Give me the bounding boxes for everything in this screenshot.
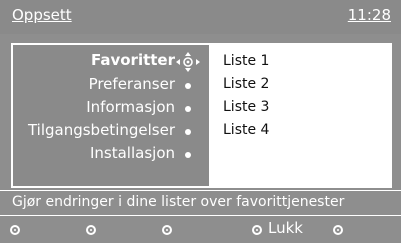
white-key-icon[interactable]	[333, 225, 343, 235]
title-bar: Oppsett 11:28	[0, 0, 401, 34]
main-menu: Favoritter Preferanser Informasjon Tilga…	[13, 45, 209, 186]
submenu-item-liste-3[interactable]: Liste 3	[223, 99, 269, 115]
clock: 11:28	[347, 6, 391, 24]
blue-key-icon[interactable]	[252, 225, 262, 235]
submenu-item-liste-4[interactable]: Liste 4	[223, 122, 269, 138]
menu-item-favoritter[interactable]: Favoritter	[91, 51, 175, 73]
submenu-item-liste-2[interactable]: Liste 2	[223, 76, 269, 92]
color-key-bar: Lukk	[0, 215, 401, 244]
yellow-key-icon[interactable]	[162, 225, 172, 235]
info-text: Gjør endringer i dine lister over favori…	[0, 190, 401, 212]
menu-item-dot	[185, 83, 191, 89]
close-label[interactable]: Lukk	[268, 219, 303, 237]
green-key-icon[interactable]	[86, 225, 96, 235]
menu-item-dot	[185, 129, 191, 135]
menu-item-installasjon[interactable]: Installasjon	[90, 144, 175, 166]
menu-item-tilgangsbetingelser[interactable]: Tilgangsbetingelser	[28, 121, 175, 143]
tv-menu-screen: Oppsett 11:28 Favoritter Preferanser Inf…	[0, 0, 401, 243]
submenu-item-liste-1[interactable]: Liste 1	[223, 53, 269, 69]
menu-panel: Favoritter Preferanser Informasjon Tilga…	[11, 43, 392, 188]
menu-item-informasjon[interactable]: Informasjon	[86, 98, 175, 120]
red-key-icon[interactable]	[10, 225, 20, 235]
menu-item-dot	[185, 106, 191, 112]
menu-item-dot	[185, 152, 191, 158]
menu-item-preferanser[interactable]: Preferanser	[89, 75, 175, 97]
navigation-cross-icon	[176, 52, 200, 72]
menu-title: Oppsett	[12, 6, 72, 24]
submenu-panel: Liste 1 Liste 2 Liste 3 Liste 4	[209, 45, 390, 186]
